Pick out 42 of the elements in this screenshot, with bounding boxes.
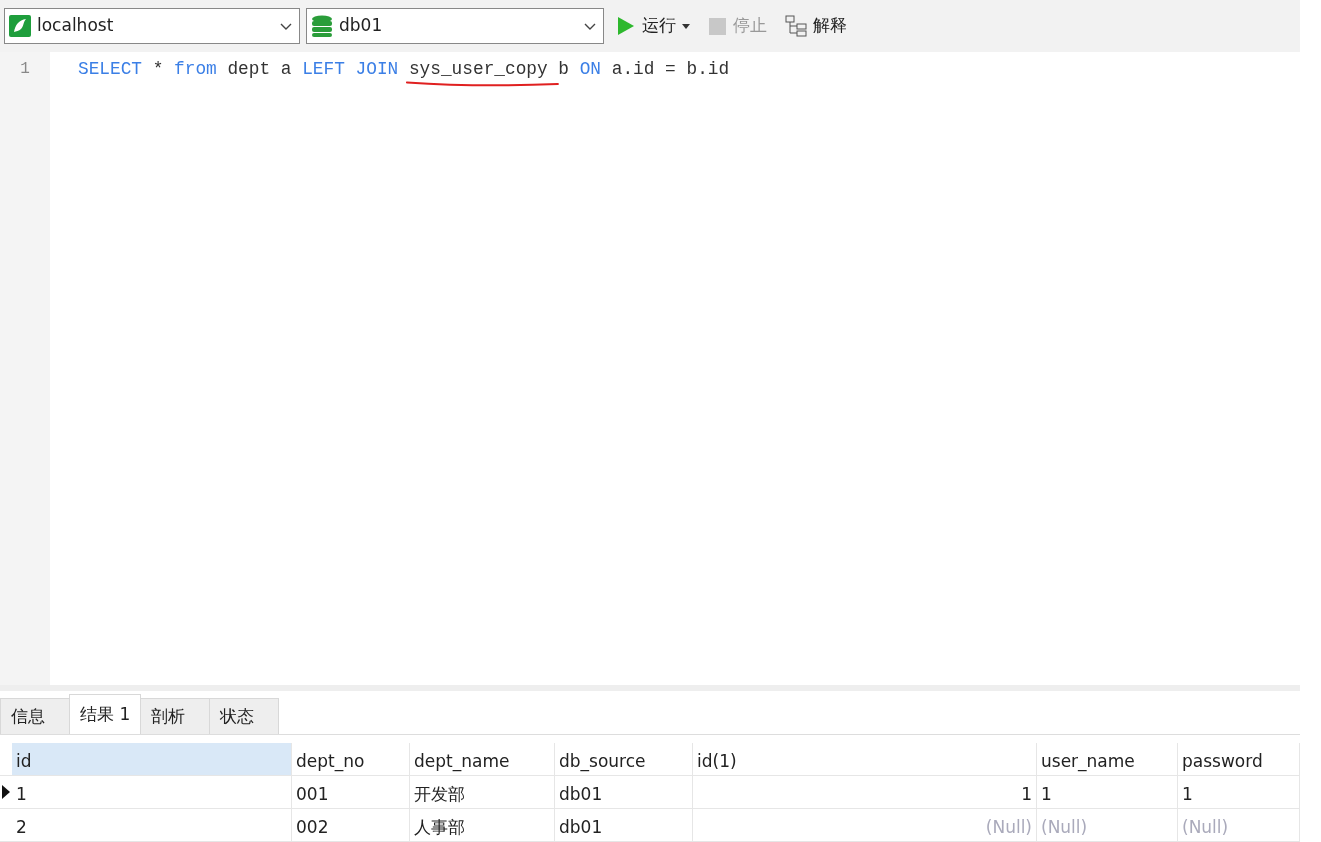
result-tab[interactable]: 剖析 <box>140 698 211 734</box>
code-token: b <box>558 58 569 81</box>
table-cell: 1 <box>1037 776 1178 808</box>
code-token: b.id <box>686 58 730 81</box>
code-token: LEFT <box>302 58 345 81</box>
diagram-icon <box>785 15 807 37</box>
caret-icon <box>682 23 690 29</box>
code-token: ON <box>579 58 602 81</box>
database-select[interactable]: db01 <box>306 8 604 44</box>
code-token: = <box>665 58 676 81</box>
table-cell: (Null) <box>1037 809 1178 841</box>
play-icon <box>616 16 636 36</box>
connection-icon <box>9 15 31 37</box>
table-cell: 人事部 <box>410 809 555 841</box>
code-token: * <box>152 58 164 81</box>
database-icon <box>311 15 333 37</box>
column-header[interactable]: id <box>12 743 292 775</box>
code-token: a.id <box>611 58 655 81</box>
table-cell: 开发部 <box>410 776 555 808</box>
code-token: dept <box>227 58 271 81</box>
stop-icon <box>708 16 727 36</box>
code-token: sys_user_copy <box>408 59 548 79</box>
result-tab[interactable]: 信息 <box>0 698 70 734</box>
table-cell: 1 <box>12 776 292 808</box>
table-cell: 1 <box>693 776 1037 808</box>
table-cell: db01 <box>555 776 693 808</box>
table-cell: 001 <box>292 776 410 808</box>
result-tab[interactable]: 状态 <box>209 698 280 734</box>
code-token: JOIN <box>355 58 399 81</box>
table-cell: 2 <box>12 809 292 841</box>
table-cell: 002 <box>292 809 410 841</box>
code-token: from <box>174 58 217 81</box>
table-cell: (Null) <box>1178 809 1300 841</box>
line-number: 1 <box>19 59 31 80</box>
table-cell: db01 <box>555 809 693 841</box>
table-cell: 1 <box>1178 776 1300 808</box>
explain-button[interactable]: 解释 <box>779 11 853 41</box>
code-token: SELECT <box>78 58 143 81</box>
code-token: a <box>280 58 292 81</box>
run-button[interactable]: 运行 <box>610 11 696 41</box>
table-cell: (Null) <box>693 809 1037 841</box>
connection-select[interactable]: localhost <box>4 8 300 44</box>
